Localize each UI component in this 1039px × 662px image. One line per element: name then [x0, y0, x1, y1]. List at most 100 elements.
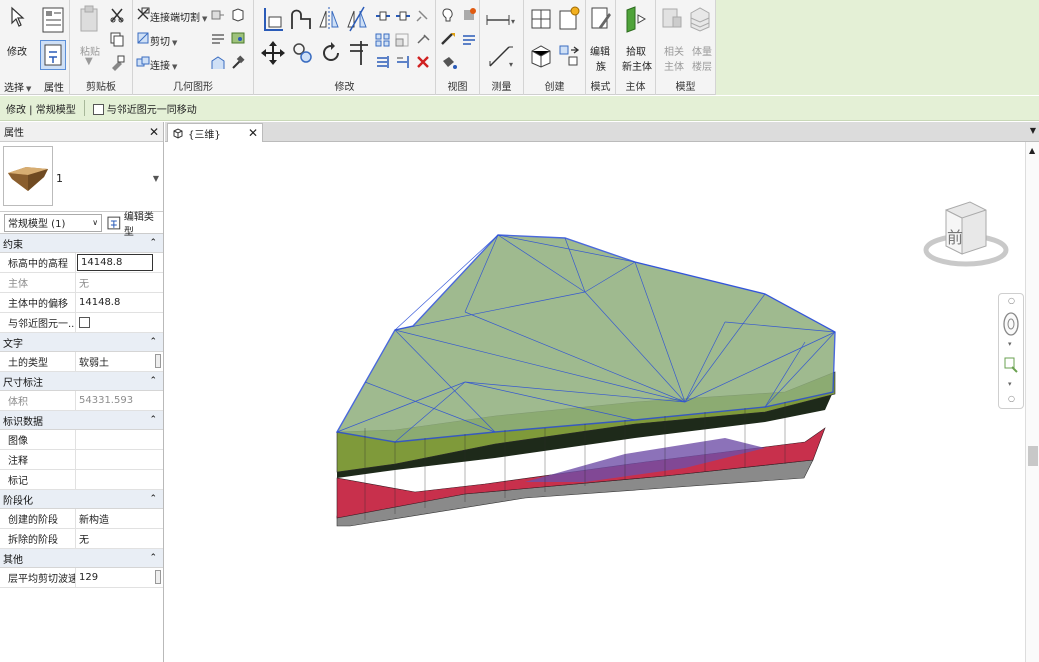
rotate-icon[interactable]: [318, 38, 344, 68]
vertical-scrollbar[interactable]: ▲: [1025, 142, 1039, 662]
section-dimensions[interactable]: 尺寸标注 ⌃: [0, 372, 163, 391]
zoom-icon[interactable]: [1003, 356, 1019, 377]
tab-3d-view[interactable]: {三维} ✕: [167, 123, 263, 142]
match-properties-icon[interactable]: [108, 54, 126, 72]
section-identity[interactable]: 标识数据 ⌃: [0, 411, 163, 430]
paste-icon[interactable]: [78, 4, 100, 34]
scale-icon[interactable]: [394, 32, 412, 48]
split-face-icon[interactable]: [209, 30, 227, 48]
related-host-icon[interactable]: [660, 4, 684, 34]
create-similar-icon[interactable]: [556, 40, 582, 70]
create-parts-icon[interactable]: [528, 4, 554, 34]
move-with-nearby-checkbox[interactable]: 与邻近图元一同移动: [92, 101, 197, 116]
delete-icon[interactable]: [414, 54, 432, 70]
wall-joins-icon[interactable]: [209, 6, 227, 24]
pick-host-label-1[interactable]: 拾取: [626, 43, 646, 58]
paint-bucket-icon[interactable]: [438, 54, 460, 72]
create-assembly-icon[interactable]: [528, 40, 554, 70]
copy-icon[interactable]: [108, 30, 126, 48]
edit-family-icon[interactable]: [589, 4, 613, 34]
trim-multiple-icon[interactable]: [374, 54, 392, 70]
phase-demolished-select[interactable]: 无: [76, 529, 163, 548]
navbar-close-icon[interactable]: ○: [1008, 296, 1015, 305]
edit-family-label-2[interactable]: 族: [596, 58, 606, 73]
collapse-icon[interactable]: ⌃: [149, 238, 157, 248]
linework-icon[interactable]: [438, 30, 460, 48]
viewcube-front-label[interactable]: 前: [947, 224, 963, 248]
3d-viewport[interactable]: 前: [165, 142, 1025, 662]
close-icon[interactable]: ✕: [248, 126, 258, 140]
scroll-handle[interactable]: [155, 354, 161, 368]
view-cube[interactable]: 前: [918, 190, 1014, 286]
collapse-icon[interactable]: ⌃: [149, 337, 157, 347]
type-selector[interactable]: 1 ▼: [0, 142, 163, 212]
related-host-label-1[interactable]: 相关: [664, 43, 684, 58]
paste-dropdown-icon[interactable]: ▼: [85, 56, 93, 67]
tabs-menu-icon[interactable]: ▼: [1030, 126, 1036, 135]
phase-created-select[interactable]: 新构造: [76, 509, 163, 528]
chevron-down-icon[interactable]: ▼: [153, 174, 159, 183]
modify-label[interactable]: 修改: [7, 43, 27, 58]
align-icon[interactable]: [260, 4, 286, 34]
collapse-icon[interactable]: ⌃: [149, 415, 157, 425]
split-gap-icon[interactable]: [394, 8, 412, 24]
dimension-icon[interactable]: ▾: [486, 40, 516, 70]
collapse-icon[interactable]: ⌃: [149, 494, 157, 504]
soil-type-input[interactable]: 软弱土: [76, 352, 163, 371]
trim-extend-icon[interactable]: [346, 38, 372, 68]
steering-wheel-icon[interactable]: [1002, 310, 1020, 341]
terrain-model[interactable]: [165, 142, 1025, 662]
collapse-icon[interactable]: ⌃: [149, 553, 157, 563]
scroll-handle[interactable]: [155, 570, 161, 584]
select-dropdown[interactable]: 选择 ▼: [4, 79, 31, 94]
unpin-icon[interactable]: [414, 32, 432, 48]
edit-family-label-1[interactable]: 编辑: [590, 43, 610, 58]
elevation-input[interactable]: 14148.8: [77, 254, 153, 271]
section-phasing[interactable]: 阶段化 ⌃: [0, 490, 163, 509]
measure-distance-icon[interactable]: ▾: [484, 10, 520, 30]
mass-floors-label-2[interactable]: 楼层: [692, 58, 712, 73]
collapse-icon[interactable]: ⌃: [149, 376, 157, 386]
cut-geometry-icon[interactable]: [135, 30, 151, 46]
cope-icon[interactable]: [135, 6, 151, 22]
edit-type-button[interactable]: 编辑类型: [107, 208, 163, 238]
type-properties-icon[interactable]: [40, 40, 66, 70]
pin-icon[interactable]: [414, 8, 432, 24]
join-cut-dropdown[interactable]: 连接端切割 ▼: [150, 9, 207, 24]
section-text[interactable]: 文字 ⌃: [0, 333, 163, 352]
mass-floors-label-1[interactable]: 体量: [692, 43, 712, 58]
navbar-options-icon[interactable]: ○: [1008, 394, 1015, 403]
move-icon[interactable]: [258, 38, 288, 68]
array-icon[interactable]: [374, 32, 392, 48]
trim-single-icon[interactable]: [394, 54, 412, 70]
scroll-up-icon[interactable]: ▲: [1029, 146, 1035, 155]
close-icon[interactable]: ✕: [149, 125, 159, 139]
steering-wheel-dropdown-icon[interactable]: ▾: [1008, 340, 1012, 348]
mirror-draw-axis-icon[interactable]: [344, 4, 370, 34]
offset-input[interactable]: 14148.8: [76, 293, 163, 312]
cut-dropdown[interactable]: 剪切 ▼: [150, 33, 177, 48]
create-group-icon[interactable]: [556, 4, 582, 34]
zoom-dropdown-icon[interactable]: ▾: [1008, 380, 1012, 388]
related-host-label-2[interactable]: 主体: [664, 58, 684, 73]
comments-input[interactable]: [76, 450, 163, 469]
move-with-checkbox[interactable]: [79, 317, 90, 328]
cut-icon[interactable]: [108, 6, 126, 24]
copy-element-icon[interactable]: [290, 38, 316, 68]
image-input[interactable]: [76, 430, 163, 449]
profile-icon[interactable]: [209, 54, 227, 72]
mass-floors-icon[interactable]: [688, 4, 712, 34]
pick-new-host-icon[interactable]: [624, 4, 648, 34]
properties-icon[interactable]: [40, 4, 66, 36]
section-other[interactable]: 其他 ⌃: [0, 549, 163, 568]
join-dropdown[interactable]: 连接 ▼: [150, 57, 177, 72]
demolish-icon[interactable]: [229, 6, 247, 24]
mirror-pick-axis-icon[interactable]: [316, 4, 342, 34]
override-graphics-icon[interactable]: [438, 6, 460, 24]
hide-icon[interactable]: [460, 6, 478, 24]
pick-host-label-2[interactable]: 新主体: [622, 58, 652, 73]
instance-filter-dropdown[interactable]: 常规模型 (1) ∨: [4, 213, 103, 232]
paint-icon[interactable]: [229, 30, 251, 48]
shear-velocity-input[interactable]: 129: [76, 568, 163, 587]
scroll-thumb[interactable]: [1028, 446, 1038, 466]
